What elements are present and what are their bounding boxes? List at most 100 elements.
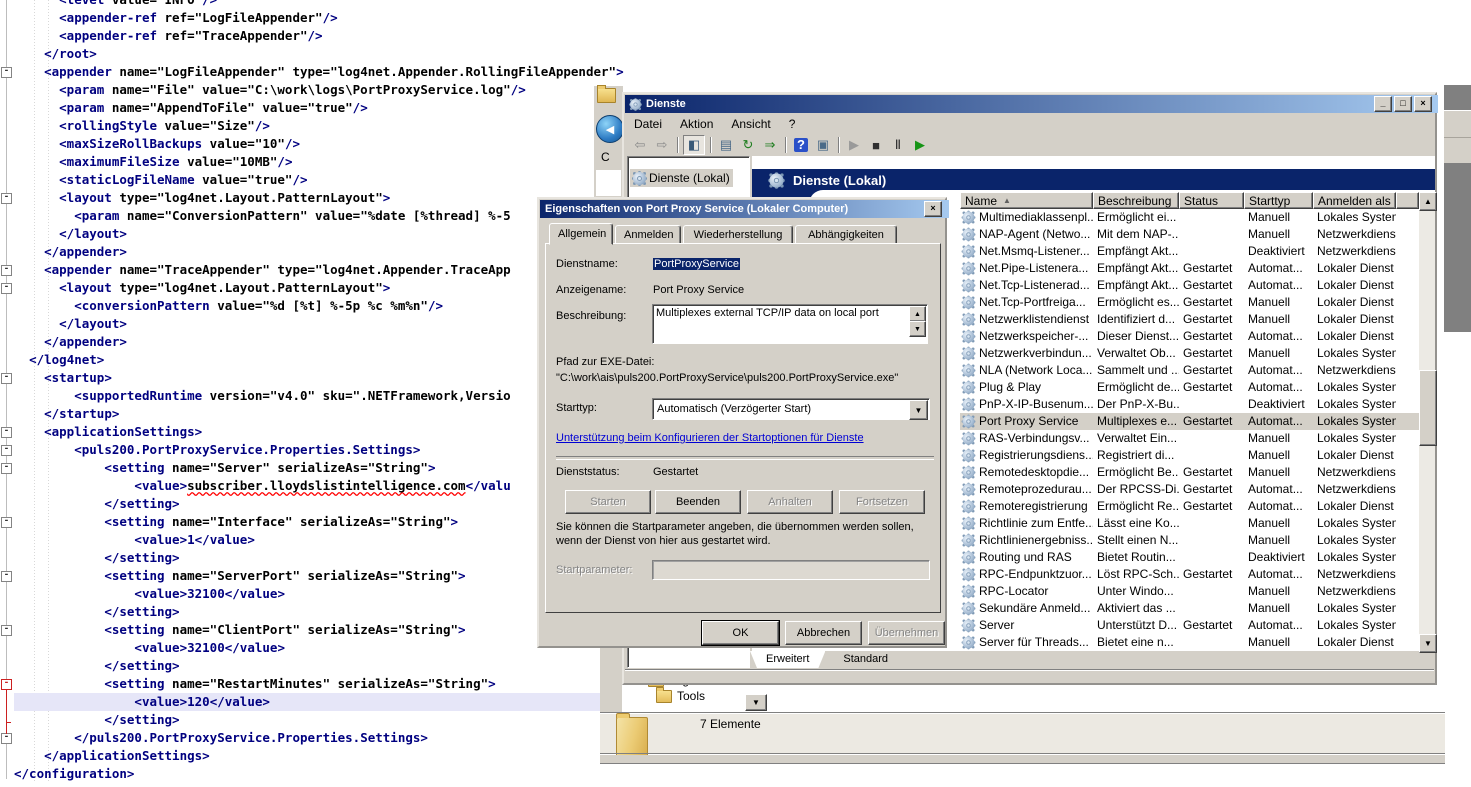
code-line[interactable]: </puls200.PortProxyService.Properties.Se… (14, 729, 624, 747)
properties-icon[interactable]: ▤ (716, 136, 736, 154)
tree-item-dienste-lokal[interactable]: Dienste (Lokal) (630, 169, 733, 187)
fold-marker-icon[interactable]: - (1, 67, 12, 78)
fold-marker-icon[interactable]: - (1, 445, 12, 456)
scrollbar-thumb[interactable] (1419, 370, 1437, 446)
service-row[interactable]: RPC-LocatorUnter Windo...ManuellNetzwerk… (960, 583, 1419, 600)
column-header-starttyp[interactable]: Starttyp (1244, 192, 1313, 209)
code-line[interactable]: <appender-ref ref="LogFileAppender"/> (14, 9, 624, 27)
combo-dropdown-button[interactable]: ▼ (745, 694, 767, 711)
code-line[interactable]: </log4net> (14, 351, 624, 369)
fold-marker-icon[interactable]: - (1, 265, 12, 276)
restart-service-icon[interactable]: ▶ (910, 136, 930, 154)
tab-erweitert[interactable]: Erweitert (750, 651, 825, 668)
code-line[interactable]: </appender> (14, 243, 624, 261)
service-row[interactable]: NLA (Network Loca...Sammelt und ...Gesta… (960, 362, 1419, 379)
fold-gutter[interactable]: ------------- (0, 0, 14, 787)
code-line[interactable]: </startup> (14, 405, 624, 423)
code-line[interactable]: <setting name="ServerPort" serializeAs="… (14, 567, 624, 585)
tab-abhaengigkeiten[interactable]: Abhängigkeiten (795, 225, 897, 245)
code-line[interactable]: <supportedRuntime version="v4.0" sku=".N… (14, 387, 624, 405)
code-line[interactable]: <staticLogFileName value="true"/> (14, 171, 624, 189)
service-row[interactable]: Net.Tcp-Portfreiga...Ermöglicht es...Ges… (960, 294, 1419, 311)
fold-marker-icon[interactable]: - (1, 625, 12, 636)
help-icon[interactable]: ? (791, 136, 811, 154)
forward-icon[interactable]: ⇨ (652, 136, 672, 154)
cancel-button[interactable]: Abbrechen (785, 621, 862, 645)
service-row[interactable]: ServerUnterstützt D...GestartetAutomat..… (960, 617, 1419, 634)
code-line[interactable]: <puls200.PortProxyService.Properties.Set… (14, 441, 624, 459)
service-row[interactable]: Server für Threads...Bietet eine n...Man… (960, 634, 1419, 651)
code-line[interactable]: </root> (14, 45, 624, 63)
fold-marker-icon[interactable]: - (1, 193, 12, 204)
fold-marker-icon[interactable]: - (1, 733, 12, 744)
service-row[interactable]: Remotedesktopdie...Ermöglicht Be...Gesta… (960, 464, 1419, 481)
menu-datei[interactable]: Datei (625, 115, 671, 133)
service-row[interactable]: Net.Pipe-Listenera...Empfängt Akt...Gest… (960, 260, 1419, 277)
ok-button[interactable]: OK (702, 621, 779, 645)
service-row[interactable]: RAS-Verbindungsv...Verwaltet Ein...Manue… (960, 430, 1419, 447)
code-line[interactable]: </layout> (14, 225, 624, 243)
new-window-icon[interactable]: ▣ (813, 136, 833, 154)
service-row[interactable]: Richtlinie zum Entfe...Lässt eine Ko...M… (960, 515, 1419, 532)
scroll-up-icon[interactable]: ▲ (909, 306, 926, 322)
starttyp-combobox[interactable]: Automatisch (Verzögerter Start) ▼ (652, 398, 930, 420)
code-line[interactable]: <setting name="Interface" serializeAs="S… (14, 513, 624, 531)
column-header-beschreibung[interactable]: Beschreibung (1093, 192, 1179, 209)
code-line[interactable]: <value>32100</value> (14, 585, 624, 603)
fold-marker-icon[interactable]: - (1, 283, 12, 294)
menu-ansicht[interactable]: Ansicht (722, 115, 779, 133)
code-line[interactable]: <param name="ConversionPattern" value="%… (14, 207, 624, 225)
code-line[interactable]: </layout> (14, 315, 624, 333)
column-header-name[interactable]: Name▲ (960, 192, 1093, 209)
code-line[interactable]: </applicationSettings> (14, 747, 624, 765)
code-line[interactable]: <value>subscriber.lloydslistintelligence… (14, 477, 624, 495)
scroll-down-icon[interactable]: ▼ (909, 321, 926, 337)
service-row[interactable]: RemoteregistrierungErmöglicht Re...Gesta… (960, 498, 1419, 515)
scroll-down-button[interactable]: ▼ (1419, 634, 1437, 653)
service-row[interactable]: Registrierungsdiens...Registriert di...M… (960, 447, 1419, 464)
service-row[interactable]: Remoteprozedurau...Der RPCSS-Di...Gestar… (960, 481, 1419, 498)
code-line[interactable]: <value>1</value> (14, 531, 624, 549)
export-list-icon[interactable]: ⇒ (760, 136, 780, 154)
tab-standard[interactable]: Standard (827, 651, 904, 668)
vertical-scrollbar[interactable]: ▲ ▼ (1419, 192, 1435, 651)
beschreibung-textbox[interactable]: Multiplexes external TCP/IP data on loca… (652, 304, 928, 344)
service-row[interactable]: Plug & PlayErmöglicht de...GestartetAuto… (960, 379, 1419, 396)
stop-service-icon[interactable]: ■ (866, 136, 886, 154)
service-row[interactable]: NAP-Agent (Netwo...Mit dem NAP-...Manuel… (960, 226, 1419, 243)
close-icon[interactable]: × (924, 201, 942, 217)
fold-marker-icon[interactable]: - (1, 517, 12, 528)
service-row[interactable]: RPC-Endpunktzuor...Löst RPC-Sch...Gestar… (960, 566, 1419, 583)
service-row[interactable]: Richtlinienergebniss...Stellt einen N...… (960, 532, 1419, 549)
dialog-titlebar[interactable]: Eigenschaften von Port Proxy Service (Lo… (540, 200, 949, 218)
startparameter-input[interactable] (652, 560, 930, 580)
code-line[interactable]: <setting name="Server" serializeAs="Stri… (14, 459, 624, 477)
code-line[interactable]: <startup> (14, 369, 624, 387)
code-line[interactable]: <value>120</value> (14, 693, 624, 711)
code-line[interactable]: </appender> (14, 333, 624, 351)
service-row[interactable]: Sekundäre Anmeld...Aktiviert das ...Manu… (960, 600, 1419, 617)
code-line[interactable]: <layout type="log4net.Layout.PatternLayo… (14, 189, 624, 207)
code-line[interactable]: <level value="INFO"/> (14, 0, 624, 9)
column-header-status[interactable]: Status (1179, 192, 1244, 209)
pause-service-icon[interactable]: Ⅱ (888, 136, 908, 154)
code-line[interactable]: <maximumFileSize value="10MB"/> (14, 153, 624, 171)
code-line[interactable]: <appender name="TraceAppender" type="log… (14, 261, 624, 279)
code-line[interactable]: <maxSizeRollBackups value="10"/> (14, 135, 624, 153)
show-console-tree-icon[interactable]: ◧ (683, 135, 705, 155)
services-window-titlebar[interactable]: Dienste (625, 95, 1438, 113)
code-line[interactable]: </configuration> (14, 765, 624, 783)
menu-hilfe[interactable]: ? (780, 115, 805, 133)
tab-wiederherstellung[interactable]: Wiederherstellung (683, 225, 793, 245)
service-row[interactable]: Routing und RASBietet Routin...Deaktivie… (960, 549, 1419, 566)
code-line[interactable]: <appender-ref ref="TraceAppender"/> (14, 27, 624, 45)
code-line[interactable]: <conversionPattern value="%d [%t] %-5p %… (14, 297, 624, 315)
service-row[interactable]: Net.Msmq-Listener...Empfängt Akt...Deakt… (960, 243, 1419, 260)
fold-marker-icon[interactable]: - (1, 373, 12, 384)
code-line[interactable]: <rollingStyle value="Size"/> (14, 117, 624, 135)
tab-allgemein[interactable]: Allgemein (549, 223, 613, 245)
service-row[interactable]: NetzwerklistendienstIdentifiziert d...Ge… (960, 311, 1419, 328)
fold-marker-icon[interactable]: - (1, 679, 12, 690)
startoptions-help-link[interactable]: Unterstützung beim Konfigurieren der Sta… (556, 432, 864, 444)
code-line[interactable]: <param name="AppendToFile" value="true"/… (14, 99, 624, 117)
